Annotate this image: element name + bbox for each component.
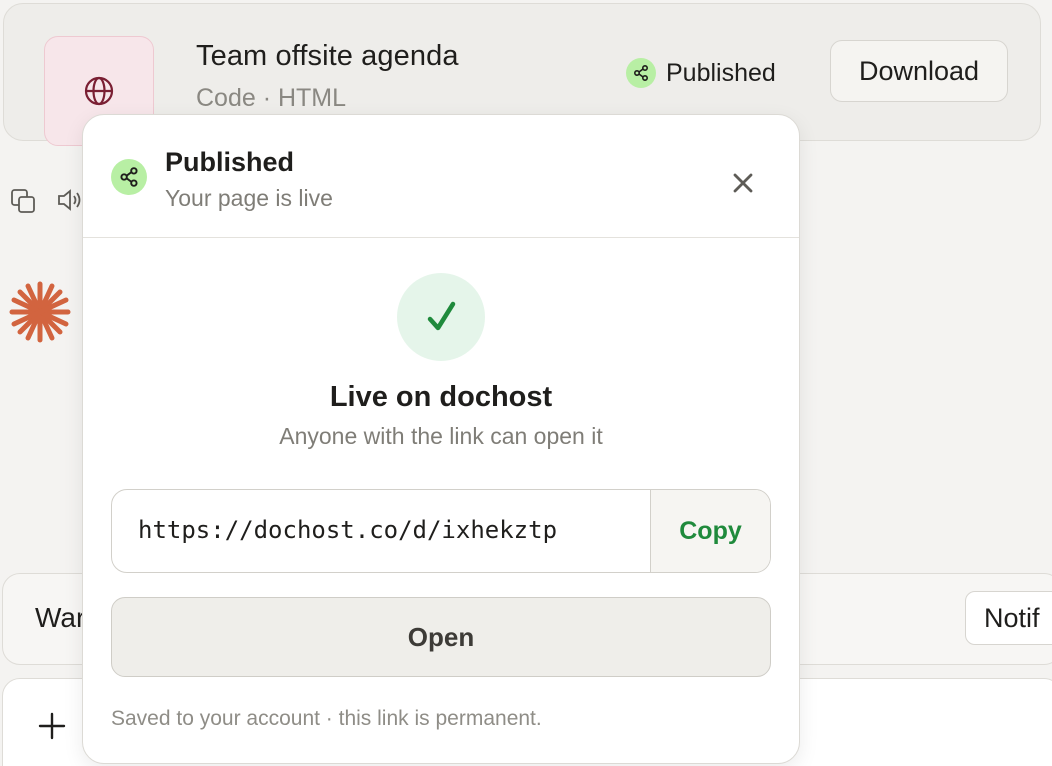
artifact-subtitle: Code · HTML	[196, 84, 347, 112]
copy-link-button[interactable]: Copy	[650, 490, 770, 572]
publish-popover: Published Your page is live Live on doch…	[82, 114, 800, 764]
artifact-title: Team offsite agenda	[196, 40, 459, 72]
popover-title: Published	[165, 147, 295, 177]
close-icon[interactable]	[727, 167, 759, 199]
share-link-field[interactable]: https://dochost.co/d/ixhekztp Copy	[111, 489, 771, 573]
notification-button[interactable]: Notif	[965, 591, 1052, 645]
share-icon	[111, 159, 147, 195]
speaker-icon[interactable]	[56, 186, 84, 214]
open-link-button[interactable]: Open	[111, 597, 771, 677]
page: Team offsite agenda Code · HTML Publishe…	[0, 0, 1052, 766]
success-check-icon	[397, 273, 485, 361]
published-label: Published	[666, 58, 776, 87]
globe-icon	[84, 76, 114, 106]
popover-subtitle: Your page is live	[165, 185, 333, 211]
message-input-text: War	[35, 602, 86, 633]
copy-icon[interactable]	[10, 188, 36, 214]
share-icon	[626, 58, 656, 88]
assistant-spark-icon	[9, 281, 71, 343]
download-button[interactable]: Download	[830, 40, 1008, 102]
live-subtitle: Anyone with the link can open it	[279, 423, 603, 449]
share-link-url[interactable]: https://dochost.co/d/ixhekztp	[138, 516, 557, 544]
plus-icon[interactable]	[37, 711, 67, 741]
popover-footer-note: Saved to your account · this link is per…	[111, 707, 542, 730]
published-status[interactable]: Published	[626, 56, 776, 90]
live-title: Live on dochost	[329, 381, 553, 413]
popover-header: Published Your page is live	[83, 115, 799, 238]
